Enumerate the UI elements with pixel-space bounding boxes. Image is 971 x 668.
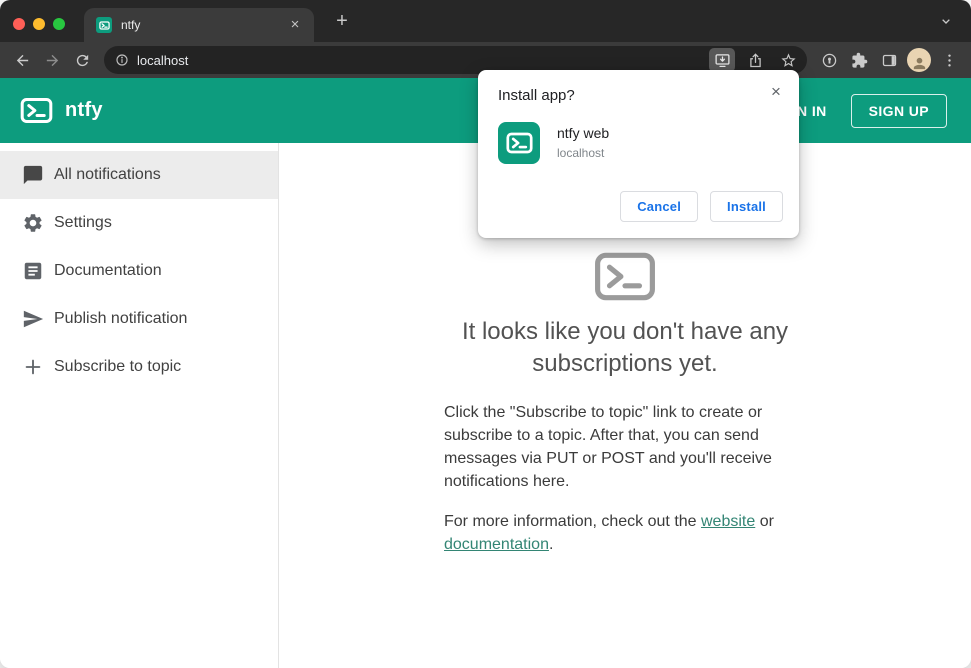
profile-button[interactable] bbox=[905, 46, 933, 74]
browser-tab-ntfy[interactable]: ntfy × bbox=[84, 8, 314, 42]
install-icon bbox=[714, 53, 730, 67]
gear-icon bbox=[21, 211, 45, 235]
dialog-actions: Cancel Install bbox=[498, 191, 783, 222]
side-panel-icon bbox=[882, 54, 896, 66]
password-manager-button[interactable] bbox=[815, 46, 843, 74]
sidebar-item-label: All notifications bbox=[54, 166, 161, 183]
arrow-left-icon bbox=[16, 54, 28, 66]
kebab-menu-icon bbox=[947, 53, 951, 67]
ntfy-terminal-icon bbox=[594, 251, 656, 302]
dialog-app-origin: localhost bbox=[557, 146, 605, 160]
sidebar-item-label: Subscribe to topic bbox=[54, 358, 182, 375]
tab-strip: ntfy × + bbox=[0, 0, 971, 42]
tab-search-chevron-icon[interactable] bbox=[933, 8, 959, 34]
ntfy-logo-icon bbox=[20, 97, 53, 124]
address-text[interactable]: localhost bbox=[137, 53, 702, 68]
article-icon bbox=[21, 259, 45, 283]
brand: ntfy bbox=[20, 97, 103, 124]
minimize-window-button[interactable] bbox=[33, 18, 45, 30]
side-panel-button[interactable] bbox=[875, 46, 903, 74]
plus-icon bbox=[21, 355, 45, 379]
site-info-icon[interactable] bbox=[114, 52, 130, 68]
dialog-app-row: ntfy web localhost bbox=[498, 122, 783, 164]
arrow-right-icon bbox=[46, 54, 58, 66]
more-info-paragraph: For more information, check out the webs… bbox=[444, 510, 806, 556]
chat-bubble-icon bbox=[21, 163, 45, 187]
ntfy-app-icon bbox=[498, 122, 540, 164]
back-button[interactable] bbox=[8, 46, 36, 74]
heading-line-1: It looks like you don't have any bbox=[461, 318, 789, 345]
sidebar-item-settings[interactable]: Settings bbox=[0, 199, 278, 247]
tab-close-icon[interactable]: × bbox=[286, 16, 304, 34]
website-link[interactable]: website bbox=[701, 513, 755, 530]
window-controls bbox=[13, 18, 65, 30]
browser-menu-button[interactable] bbox=[935, 46, 963, 74]
sidebar-item-all-notifications[interactable]: All notifications bbox=[0, 151, 278, 199]
dialog-app-name: ntfy web bbox=[557, 125, 610, 141]
empty-state-paragraph: Click the "Subscribe to topic" link to c… bbox=[444, 404, 772, 490]
keyhole-icon bbox=[822, 53, 836, 67]
dialog-app-info: ntfy web localhost bbox=[557, 122, 609, 160]
heading-line-2: subscriptions yet. bbox=[532, 350, 718, 377]
empty-state-heading: It looks like you don't have any subscri… bbox=[462, 316, 788, 380]
bookmark-button[interactable] bbox=[775, 48, 801, 72]
app-title: ntfy bbox=[65, 99, 103, 121]
more-info-or: or bbox=[755, 513, 774, 530]
sidebar-item-label: Documentation bbox=[54, 262, 162, 279]
puzzle-icon bbox=[851, 52, 867, 68]
sidebar-item-label: Settings bbox=[54, 214, 112, 231]
sidebar: All notifications Settings Documentation… bbox=[0, 143, 279, 668]
install-app-button[interactable] bbox=[709, 48, 735, 72]
send-icon bbox=[21, 307, 45, 331]
browser-window: ntfy × + localhost ntfy SIGN IN SIGN UP … bbox=[0, 0, 971, 668]
dialog-close-icon[interactable]: × bbox=[765, 81, 787, 103]
install-app-dialog: Install app? × ntfy web localhost Cancel… bbox=[478, 70, 799, 238]
star-icon bbox=[780, 52, 796, 67]
more-info-prefix: For more information, check out the bbox=[444, 513, 701, 530]
share-icon bbox=[749, 53, 761, 67]
person-icon bbox=[913, 57, 925, 70]
cancel-button[interactable]: Cancel bbox=[620, 191, 699, 222]
extensions-button[interactable] bbox=[845, 46, 873, 74]
more-info-suffix: . bbox=[548, 536, 554, 553]
forward-button[interactable] bbox=[38, 46, 66, 74]
install-button[interactable]: Install bbox=[710, 191, 783, 222]
sign-up-button[interactable]: SIGN UP bbox=[850, 93, 947, 128]
dialog-title: Install app? bbox=[498, 87, 575, 104]
documentation-link[interactable]: documentation bbox=[444, 536, 549, 553]
tab-title: ntfy bbox=[121, 18, 141, 32]
zoom-window-button[interactable] bbox=[53, 18, 65, 30]
close-window-button[interactable] bbox=[13, 18, 25, 30]
sidebar-item-publish-notification[interactable]: Publish notification bbox=[0, 295, 278, 343]
new-tab-button[interactable]: + bbox=[328, 7, 356, 35]
reload-icon bbox=[76, 54, 88, 66]
sidebar-item-documentation[interactable]: Documentation bbox=[0, 247, 278, 295]
avatar bbox=[907, 48, 931, 72]
sidebar-item-subscribe-to-topic[interactable]: Subscribe to topic bbox=[0, 343, 278, 391]
share-button[interactable] bbox=[742, 48, 768, 72]
ntfy-favicon-icon bbox=[96, 17, 112, 33]
sidebar-item-label: Publish notification bbox=[54, 310, 188, 327]
reload-button[interactable] bbox=[68, 46, 96, 74]
